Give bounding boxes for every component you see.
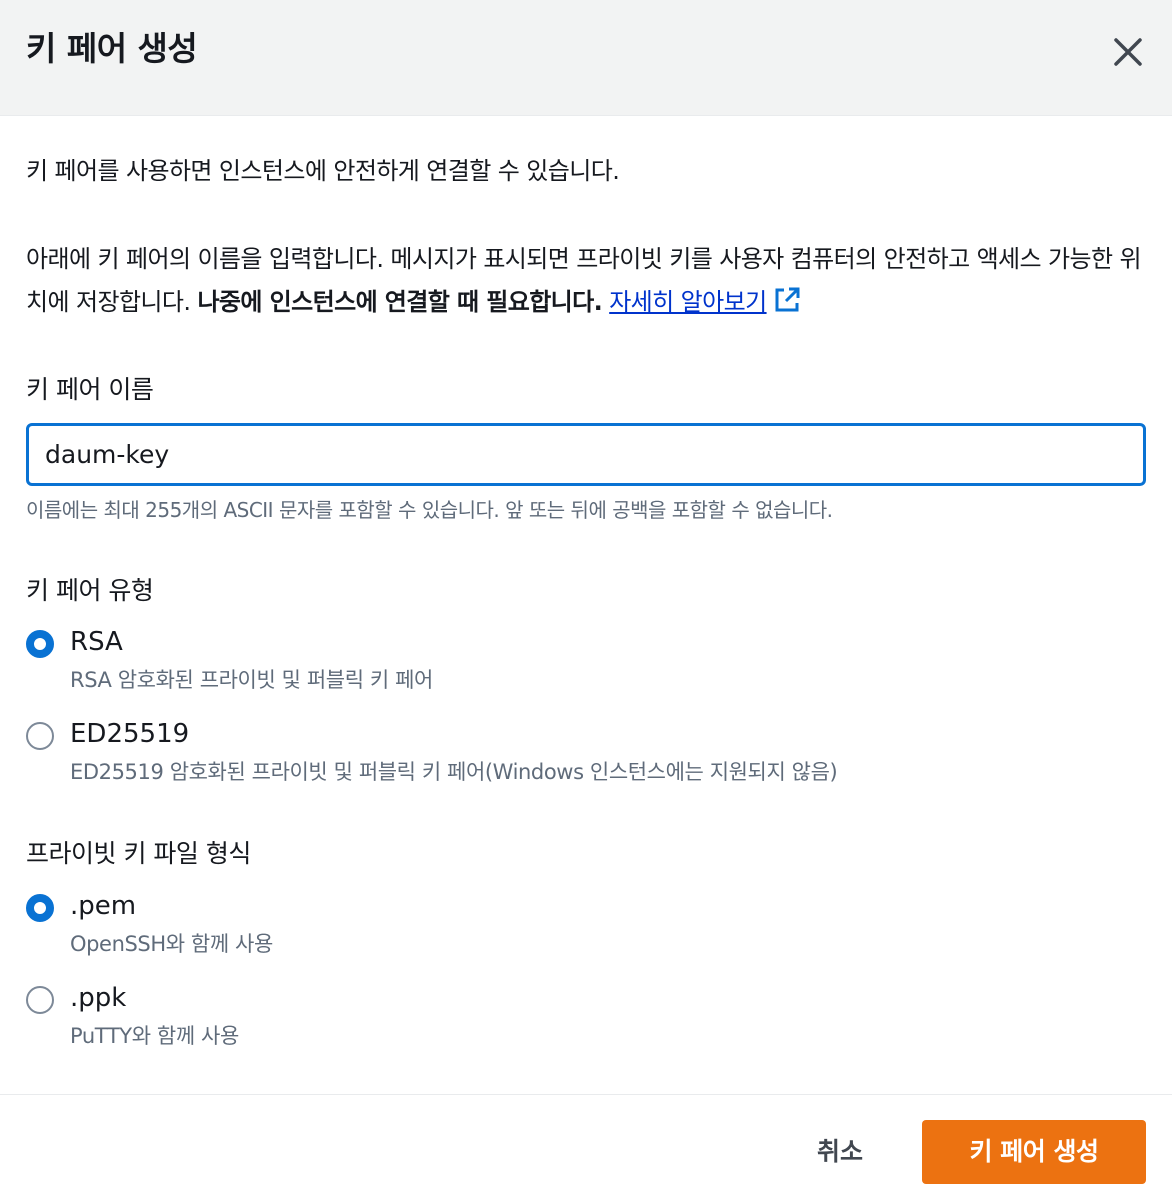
description-text: 아래에 키 페어의 이름을 입력합니다. 메시지가 표시되면 프라이빗 키를 사… [26, 238, 1146, 324]
key-pair-name-input[interactable] [26, 423, 1146, 486]
close-icon [1114, 38, 1142, 66]
create-key-pair-modal: 키 페어 생성 키 페어를 사용하면 인스턴스에 안전하게 연결할 수 있습니다… [0, 0, 1172, 1196]
external-link-icon [775, 287, 800, 312]
radio-label-ppk: .ppk [70, 983, 127, 1013]
radio-label-pem: .pem [70, 891, 137, 921]
radio-description-rsa: RSA 암호화된 프라이빗 및 퍼블릭 키 페어 [70, 668, 433, 692]
radio-button-unchecked[interactable] [26, 986, 54, 1014]
radio-option-rsa[interactable]: RSA RSA 암호화된 프라이빗 및 퍼블릭 키 페어 [26, 627, 1126, 708]
radio-button-checked[interactable] [26, 630, 54, 658]
private-key-format-label: 프라이빗 키 파일 형식 [26, 839, 251, 868]
description-bold: 나중에 인스턴스에 연결할 때 필요합니다. [197, 288, 603, 316]
radio-option-pem[interactable]: .pem OpenSSH와 함께 사용 [26, 891, 1126, 972]
key-pair-type-label: 키 페어 유형 [26, 576, 154, 605]
intro-text: 키 페어를 사용하면 인스턴스에 안전하게 연결할 수 있습니다. [26, 157, 620, 185]
close-button[interactable] [1104, 28, 1152, 76]
radio-description-ed25519: ED25519 암호화된 프라이빗 및 퍼블릭 키 페어(Windows 인스턴… [70, 760, 838, 784]
radio-label-rsa: RSA [70, 627, 123, 657]
modal-header: 키 페어 생성 [0, 0, 1172, 116]
radio-description-ppk: PuTTY와 함께 사용 [70, 1024, 239, 1048]
learn-more-label: 자세히 알아보기 [609, 288, 767, 316]
radio-label-ed25519: ED25519 [70, 719, 190, 749]
create-key-pair-button[interactable]: 키 페어 생성 [922, 1120, 1146, 1184]
radio-button-checked[interactable] [26, 894, 54, 922]
radio-option-ppk[interactable]: .ppk PuTTY와 함께 사용 [26, 983, 1126, 1064]
radio-button-unchecked[interactable] [26, 722, 54, 750]
learn-more-link[interactable]: 자세히 알아보기 [609, 287, 800, 316]
radio-option-ed25519[interactable]: ED25519 ED25519 암호화된 프라이빗 및 퍼블릭 키 페어(Win… [26, 719, 1126, 800]
cancel-button[interactable]: 취소 [790, 1120, 890, 1184]
key-pair-name-label: 키 페어 이름 [26, 375, 154, 404]
key-pair-name-hint: 이름에는 최대 255개의 ASCII 문자를 포함할 수 있습니다. 앞 또는… [26, 498, 833, 522]
footer-divider [0, 1094, 1172, 1095]
radio-description-pem: OpenSSH와 함께 사용 [70, 932, 273, 956]
modal-title: 키 페어 생성 [26, 29, 198, 68]
